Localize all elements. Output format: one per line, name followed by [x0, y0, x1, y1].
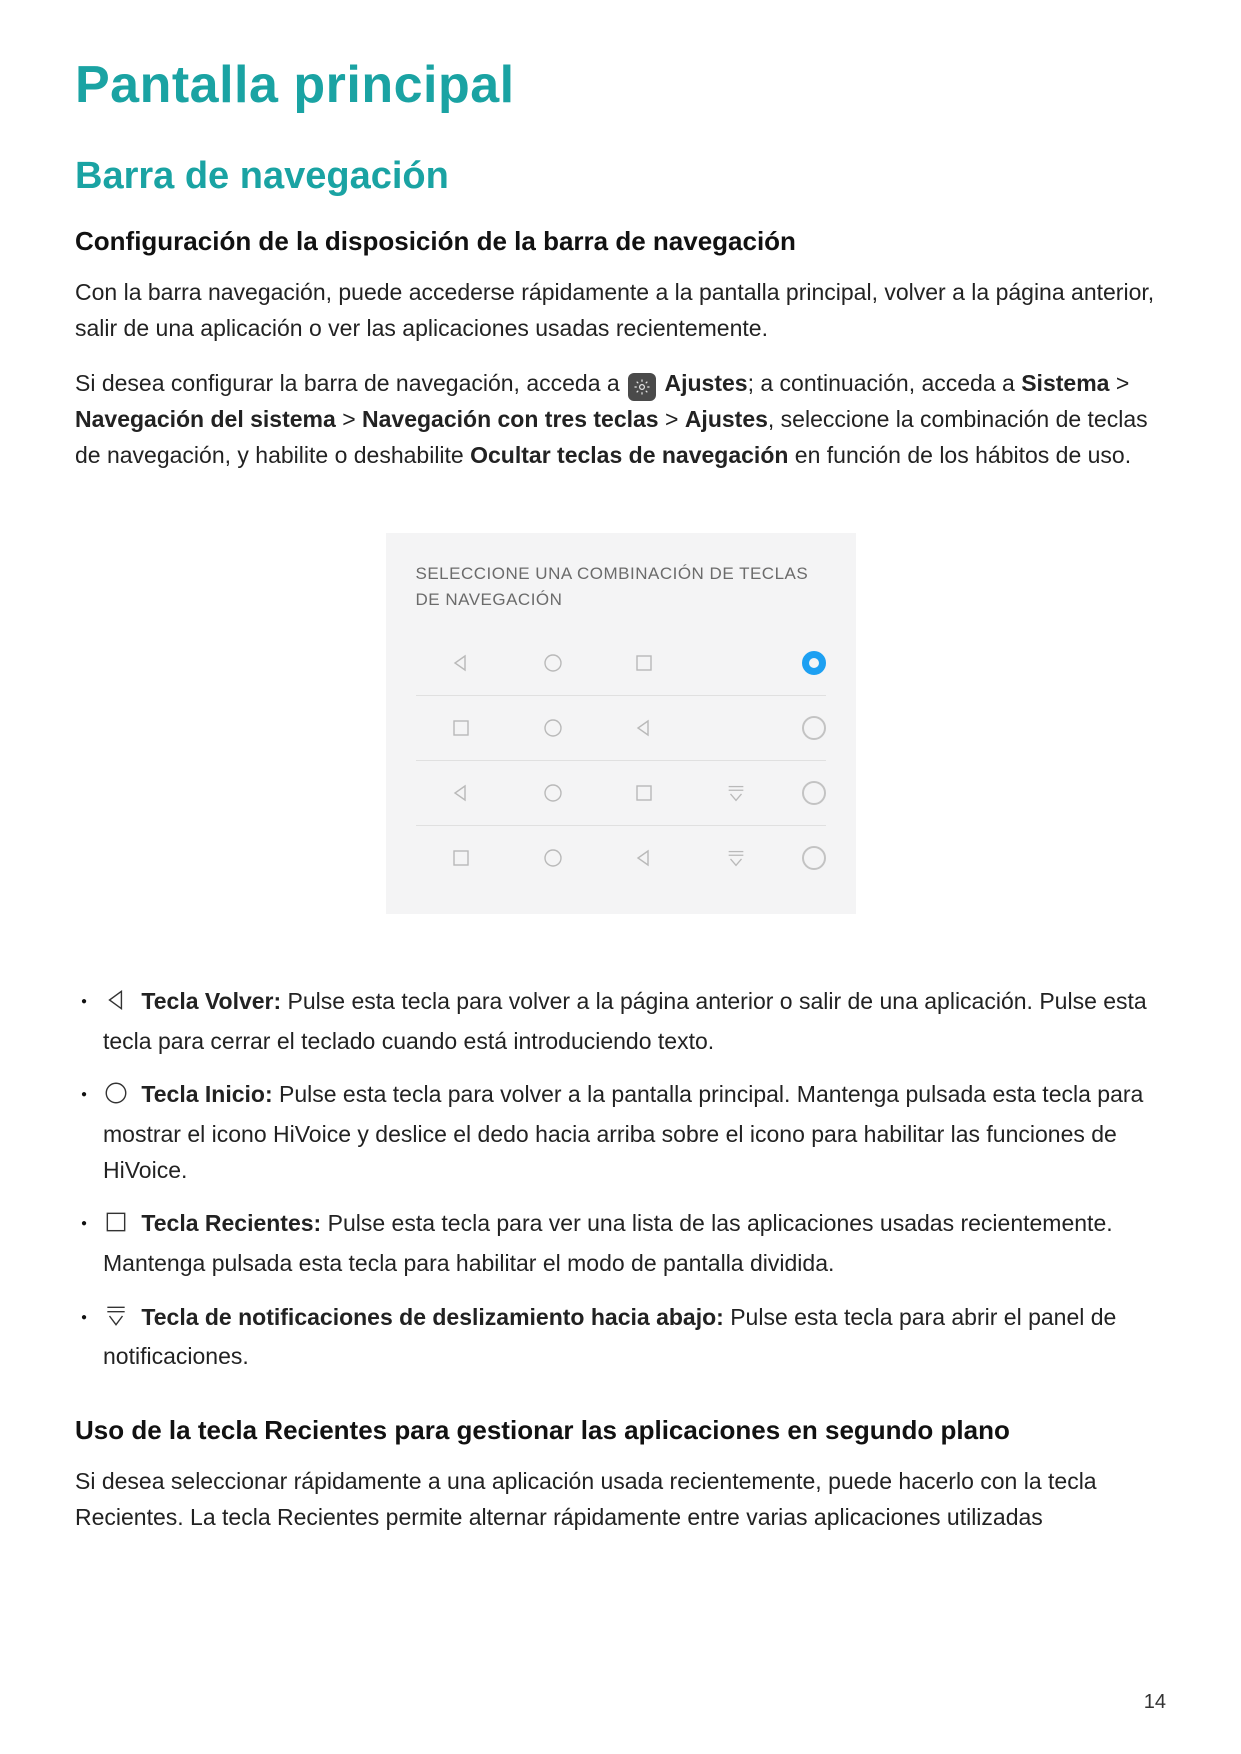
back-icon: [632, 846, 656, 870]
home-icon: [541, 651, 565, 675]
dropdown-icon: [103, 1303, 129, 1340]
key-description-list: Tecla Volver: Pulse esta tecla para volv…: [75, 984, 1166, 1375]
back-icon: [103, 987, 129, 1024]
paragraph: Con la barra navegación, puede accederse…: [75, 275, 1166, 346]
recent-icon: [449, 846, 473, 870]
settings-gear-icon: [628, 373, 656, 401]
paragraph: Si desea seleccionar rápidamente a una a…: [75, 1464, 1166, 1535]
list-item: Tecla Volver: Pulse esta tecla para volv…: [75, 984, 1166, 1059]
breadcrumb: Navegación con tres teclas: [362, 406, 659, 432]
page-title: Pantalla principal: [75, 55, 1166, 115]
text: >: [342, 406, 362, 432]
radio-unselected-icon[interactable]: [802, 716, 826, 740]
home-icon: [541, 846, 565, 870]
home-icon: [103, 1080, 129, 1117]
page-number: 14: [1144, 1691, 1166, 1714]
document-page: Pantalla principal Barra de navegación C…: [0, 0, 1241, 1754]
nav-option-row[interactable]: [416, 630, 826, 695]
recent-icon: [103, 1209, 129, 1246]
dropdown-icon: [725, 847, 747, 869]
text: >: [1116, 370, 1129, 396]
breadcrumb: Navegación del sistema: [75, 406, 336, 432]
label-sistema: Sistema: [1021, 370, 1109, 396]
text: ; a continuación, acceda a: [748, 370, 1022, 396]
figure-caption: SELECCIONE UNA COMBINACIÓN DE TECLAS DE …: [416, 561, 826, 612]
home-icon: [541, 716, 565, 740]
section-heading: Barra de navegación: [75, 155, 1166, 198]
back-icon: [449, 651, 473, 675]
radio-unselected-icon[interactable]: [802, 846, 826, 870]
key-label: Tecla Recientes:: [141, 1210, 321, 1236]
paragraph: Si desea configurar la barra de navegaci…: [75, 366, 1166, 473]
nav-option-row[interactable]: [416, 825, 826, 890]
subsection-heading: Uso de la tecla Recientes para gestionar…: [75, 1415, 1166, 1446]
key-label: Tecla Inicio:: [141, 1081, 272, 1107]
breadcrumb: Ajustes: [685, 406, 768, 432]
recent-icon: [632, 781, 656, 805]
back-icon: [449, 781, 473, 805]
nav-option-row[interactable]: [416, 760, 826, 825]
key-label: Tecla Volver:: [141, 988, 281, 1014]
text: >: [665, 406, 685, 432]
list-item: Tecla Recientes: Pulse esta tecla para v…: [75, 1206, 1166, 1281]
dropdown-icon: [725, 782, 747, 804]
text: en función de los hábitos de uso.: [788, 442, 1131, 468]
list-item: Tecla Inicio: Pulse esta tecla para volv…: [75, 1077, 1166, 1188]
home-icon: [541, 781, 565, 805]
nav-option-row[interactable]: [416, 695, 826, 760]
radio-unselected-icon[interactable]: [802, 781, 826, 805]
back-icon: [632, 716, 656, 740]
radio-selected-icon[interactable]: [802, 651, 826, 675]
label-ajustes: Ajustes: [664, 370, 747, 396]
subsection-heading: Configuración de la disposición de la ba…: [75, 226, 1166, 257]
key-label: Tecla de notificaciones de deslizamiento…: [141, 1304, 723, 1330]
nav-key-combination-figure: SELECCIONE UNA COMBINACIÓN DE TECLAS DE …: [386, 533, 856, 914]
recent-icon: [632, 651, 656, 675]
list-item: Tecla de notificaciones de deslizamiento…: [75, 1300, 1166, 1375]
text: Si desea configurar la barra de navegaci…: [75, 370, 626, 396]
recent-icon: [449, 716, 473, 740]
label-ocultar: Ocultar teclas de navegación: [470, 442, 788, 468]
